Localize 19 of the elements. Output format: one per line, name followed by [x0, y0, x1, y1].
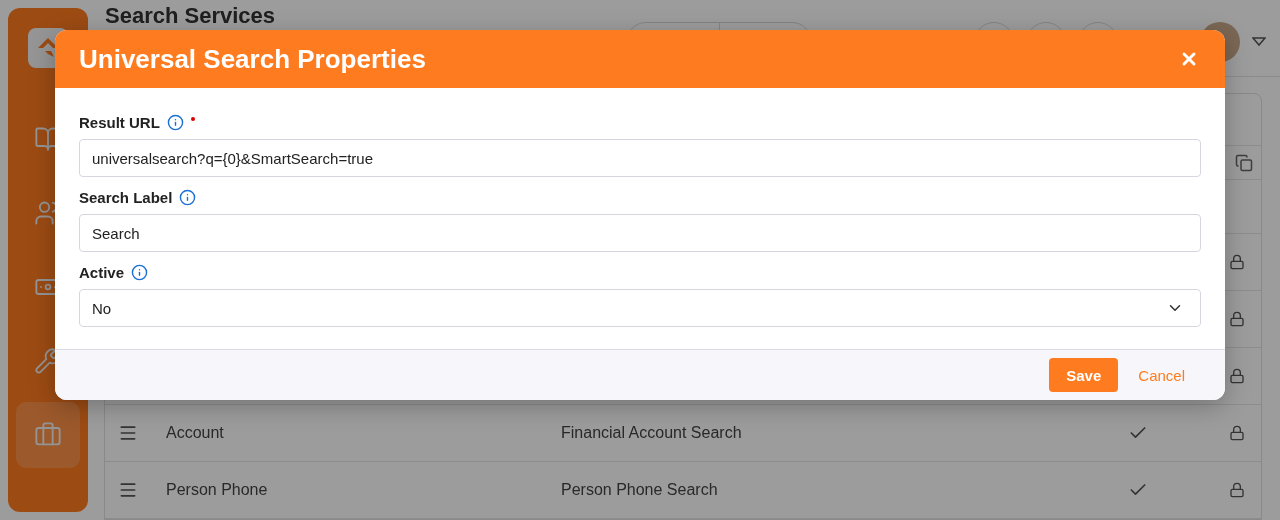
drag-handle-icon[interactable] — [118, 423, 138, 443]
copy-icon[interactable] — [1235, 153, 1253, 172]
drag-handle-icon[interactable] — [118, 480, 138, 500]
field-label: Search Label — [79, 189, 173, 206]
info-icon[interactable] — [179, 189, 197, 206]
select-field[interactable]: No — [79, 289, 1201, 327]
text-field[interactable]: universalsearch?q={0}&SmartSearch=true — [79, 139, 1201, 177]
table-cell: Person Phone — [166, 481, 268, 498]
table-cell: Account — [166, 424, 224, 441]
page-title: Search Services — [105, 5, 277, 27]
dialog-title: Universal Search Properties — [79, 43, 426, 75]
table-cell: Financial Account Search — [561, 424, 742, 441]
info-icon[interactable] — [131, 264, 149, 281]
table-cell: Person Phone Search — [561, 481, 718, 498]
text-field[interactable]: Search — [79, 214, 1201, 252]
field-label: Result URL — [79, 114, 160, 131]
field-label: Active — [79, 264, 125, 281]
info-icon[interactable] — [166, 114, 184, 131]
caret-icon[interactable] — [1252, 37, 1266, 47]
